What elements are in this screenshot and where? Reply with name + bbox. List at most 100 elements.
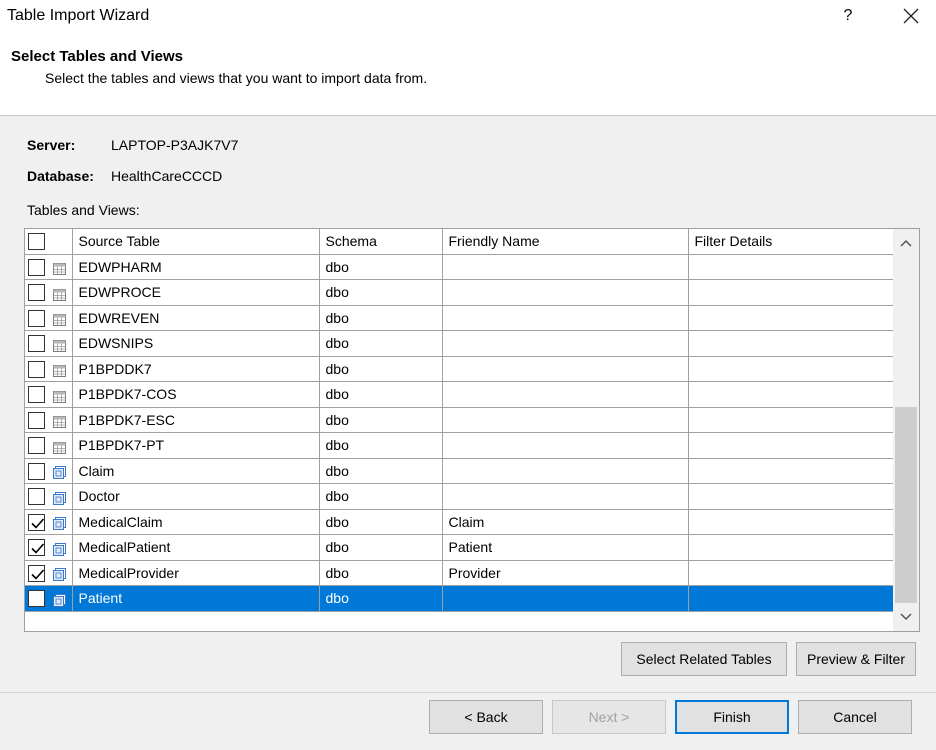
help-button[interactable]: ? [838,4,858,28]
table-row[interactable]: P1BPDK7-PT dbo [25,432,894,459]
source-table-cell[interactable]: EDWSNIPS [72,330,320,357]
tables-and-views-label: Tables and Views: [27,202,140,218]
schema-cell: dbo [319,585,443,612]
cancel-button[interactable]: Cancel [798,700,912,734]
row-checkbox[interactable] [28,335,45,353]
friendly-name-cell[interactable] [442,458,689,484]
select-all-cell[interactable] [25,229,49,255]
row-checkbox[interactable] [28,590,45,608]
finish-button[interactable]: Finish [675,700,789,734]
friendly-name-cell[interactable] [442,254,689,280]
database-label: Database: [27,168,94,184]
row-checkbox[interactable] [28,411,45,429]
tables-table: Source Table Schema Friendly Name Filter… [25,229,894,631]
next-button[interactable]: Next > [552,700,666,734]
source-table-cell[interactable]: P1BPDK7-PT [72,432,320,459]
row-checkbox[interactable] [28,309,45,327]
column-header-schema[interactable]: Schema [319,229,443,255]
chevron-down-icon [900,613,912,621]
select-related-tables-button[interactable]: Select Related Tables [621,642,787,676]
table-icon [53,288,66,301]
back-button[interactable]: < Back [429,700,543,734]
table-row[interactable]: P1BPDK7-ESC dbo [25,407,894,433]
column-header-source-table[interactable]: Source Table [72,229,320,255]
table-icon [53,339,66,352]
friendly-name-cell[interactable] [442,483,689,510]
table-row[interactable]: MedicalPatient dbo Patient [25,534,894,561]
source-table-cell[interactable]: EDWREVEN [72,305,320,331]
source-table-cell[interactable]: EDWPHARM [72,254,320,280]
vertical-scrollbar[interactable] [893,229,919,631]
friendly-name-cell[interactable] [442,305,689,331]
schema-cell: dbo [319,381,443,408]
table-row[interactable]: P1BPDDK7 dbo [25,356,894,382]
filter-details-cell [688,305,894,331]
table-row[interactable]: EDWREVEN dbo [25,305,894,331]
row-checkbox[interactable] [28,258,45,276]
view-icon [53,491,66,505]
select-all-checkbox[interactable] [28,233,45,251]
friendly-name-cell[interactable]: Patient [442,534,689,561]
scroll-thumb[interactable] [895,407,917,603]
filter-details-cell [688,330,894,357]
row-checkbox[interactable] [28,564,45,582]
server-value: LAPTOP-P3AJK7V7 [111,137,239,153]
friendly-name-cell[interactable] [442,407,689,433]
window-title: Table Import Wizard [7,7,150,24]
table-row[interactable]: MedicalProvider dbo Provider [25,560,894,586]
source-table-cell[interactable]: EDWPROCE [72,279,320,306]
source-table-cell[interactable]: P1BPDK7-COS [72,381,320,408]
source-table-cell[interactable]: MedicalPatient [72,534,320,561]
column-header-filter-details[interactable]: Filter Details [688,229,894,255]
friendly-name-cell[interactable] [442,279,689,306]
schema-cell: dbo [319,305,443,331]
table-row[interactable]: P1BPDK7-COS dbo [25,381,894,408]
source-table-cell[interactable]: Claim [72,458,320,484]
source-table-cell[interactable]: MedicalProvider [72,560,320,586]
view-icon [53,593,66,607]
friendly-name-cell[interactable] [442,381,689,408]
friendly-name-cell[interactable] [442,330,689,357]
table-row[interactable]: MedicalClaim dbo Claim [25,509,894,535]
source-table-cell[interactable]: Patient [72,585,320,612]
row-checkbox[interactable] [28,360,45,378]
schema-cell: dbo [319,560,443,586]
filter-details-cell [688,254,894,280]
row-checkbox[interactable] [28,462,45,480]
table-row[interactable]: EDWSNIPS dbo [25,330,894,357]
friendly-name-cell[interactable] [442,585,689,612]
scroll-up-button[interactable] [893,233,919,253]
row-checkbox[interactable] [28,539,45,557]
row-checkbox[interactable] [28,488,45,506]
table-icon [53,441,66,454]
source-table-cell[interactable]: Doctor [72,483,320,510]
source-table-cell[interactable]: P1BPDDK7 [72,356,320,382]
row-checkbox[interactable] [28,386,45,404]
friendly-name-cell[interactable] [442,356,689,382]
row-checkbox[interactable] [28,284,45,302]
table-row[interactable]: Claim dbo [25,458,894,484]
title-bar: Table Import Wizard ? [0,0,936,34]
close-button[interactable] [895,2,927,30]
row-checkbox[interactable] [28,437,45,455]
schema-cell: dbo [319,356,443,382]
table-row[interactable]: EDWPROCE dbo [25,279,894,306]
table-row[interactable]: Patient dbo [25,585,894,612]
schema-cell: dbo [319,432,443,459]
table-row[interactable]: EDWPHARM dbo [25,254,894,280]
column-header-friendly-name[interactable]: Friendly Name [442,229,689,255]
wizard-header: Select Tables and Views Select the table… [0,34,936,116]
empty-row [25,611,893,631]
friendly-name-cell[interactable] [442,432,689,459]
scroll-down-button[interactable] [893,607,919,627]
friendly-name-cell[interactable]: Claim [442,509,689,535]
header-row: Source Table Schema Friendly Name Filter… [25,229,894,255]
friendly-name-cell[interactable]: Provider [442,560,689,586]
source-table-cell[interactable]: MedicalClaim [72,509,320,535]
table-row[interactable]: Doctor dbo [25,483,894,510]
close-icon [903,8,919,24]
row-checkbox[interactable] [28,513,45,531]
preview-filter-button[interactable]: Preview & Filter [796,642,916,676]
tables-grid[interactable]: Source Table Schema Friendly Name Filter… [24,228,920,632]
source-table-cell[interactable]: P1BPDK7-ESC [72,407,320,433]
